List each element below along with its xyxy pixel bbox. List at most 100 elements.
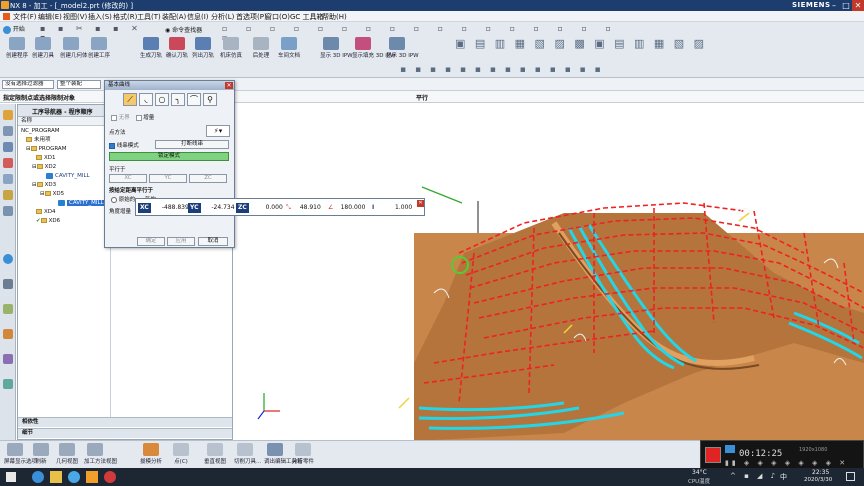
start-menu-icon[interactable]: [6, 472, 16, 482]
taskbar-app-explorer-icon[interactable]: [50, 471, 62, 483]
taskbar-app-recorder-icon[interactable]: [104, 471, 116, 483]
draft-analysis-button[interactable]: 拔模分析: [140, 443, 162, 465]
history-icon[interactable]: [3, 279, 13, 289]
edit-toolbox-button[interactable]: 调出编辑工具箱: [264, 443, 303, 465]
menu-view[interactable]: 视图(V): [63, 12, 87, 22]
create-operation-button[interactable]: 创建工序: [88, 37, 110, 59]
yc-value[interactable]: -24.734: [203, 203, 234, 213]
show-filled-ipw-button[interactable]: 显示填充 3D IPW: [352, 37, 396, 59]
tree-row-xd5[interactable]: ⊟ XD5: [18, 190, 64, 199]
menu-gc-toolbox[interactable]: GC 工具箱: [290, 12, 324, 22]
offset-field[interactable]: Ⅰ 1.000: [372, 203, 412, 213]
tree-row-unused[interactable]: 未用项: [18, 136, 51, 145]
part-navigator-icon[interactable]: [3, 142, 13, 152]
menu-edit[interactable]: 编辑(E): [38, 12, 62, 22]
create-tool-button[interactable]: 创建刀具: [32, 37, 54, 59]
generate-toolpath-button[interactable]: 生成刀轨: [140, 37, 162, 59]
dialog-close-button[interactable]: ✕: [225, 82, 233, 89]
incremental-check-icon[interactable]: [135, 114, 142, 121]
clock-date[interactable]: 2020/3/30: [804, 477, 832, 483]
zc-field[interactable]: ZC 0.000: [236, 203, 283, 213]
process-studio-icon[interactable]: [3, 329, 13, 339]
record-stop-button[interactable]: [705, 447, 721, 463]
method-view-button[interactable]: 加工方法视图: [84, 443, 117, 465]
length-field[interactable]: ⤡ 48.910: [286, 203, 321, 213]
menu-info[interactable]: 信息(I): [187, 12, 209, 22]
postprocess-button[interactable]: 后处理: [250, 37, 272, 59]
yc-field[interactable]: YC -24.734: [188, 203, 235, 213]
assembly-navigator-icon[interactable]: [3, 110, 13, 120]
line-tool-button[interactable]: ⟋: [123, 93, 137, 106]
offset-value[interactable]: 1.000: [374, 203, 412, 213]
point-method-select[interactable]: ⚡▾: [206, 125, 230, 137]
navigator-column-header[interactable]: 名称: [18, 117, 110, 126]
dependencies-panel[interactable]: 相依性: [18, 417, 232, 427]
unbounded-checkbox[interactable]: 无界 增量: [111, 113, 154, 121]
apply-button[interactable]: 应用: [167, 237, 195, 246]
machine-navigator-icon[interactable]: [3, 174, 13, 184]
system-scenes-icon[interactable]: [3, 379, 13, 389]
create-geometry-button[interactable]: 创建几何体: [60, 37, 88, 59]
tray-icons[interactable]: ^ ▪ ◢ ♪: [730, 472, 778, 480]
webcam-icon[interactable]: [725, 445, 735, 453]
angle-field[interactable]: ∠ 180.000: [328, 203, 365, 213]
cutting-tool-button[interactable]: 切削刀具...: [234, 443, 261, 465]
refresh-button[interactable]: 刷新: [30, 443, 52, 465]
string-mode-checkbox[interactable]: 线串模式: [109, 141, 139, 149]
point-button[interactable]: 点(C): [170, 443, 192, 465]
shop-docs-button[interactable]: 车间文档: [278, 37, 300, 59]
system-materials-icon[interactable]: [3, 304, 13, 314]
cancel-button[interactable]: 取消: [198, 237, 228, 246]
tree-row-xd6[interactable]: ✔ XD6: [18, 217, 60, 226]
tree-row-xd1[interactable]: XD1: [18, 154, 56, 163]
zc-value[interactable]: 0.000: [251, 203, 283, 213]
scope-select[interactable]: 整个装配: [57, 80, 101, 89]
maximize-button[interactable]: □: [840, 0, 852, 11]
tree-row-xd2[interactable]: ⊟ XD2: [18, 163, 56, 172]
break-string-button[interactable]: 打断线串: [155, 140, 229, 149]
taskbar-app-nx-icon[interactable]: [86, 471, 98, 483]
verify-toolpath-button[interactable]: 确认刀轨: [166, 37, 188, 59]
tree-row-xd3[interactable]: ⊟ XD3: [18, 181, 56, 190]
menu-analysis[interactable]: 分析(L): [211, 12, 234, 22]
menu-window[interactable]: 窗口(O): [265, 12, 290, 22]
taskbar-app-browser-icon[interactable]: [32, 471, 44, 483]
geometry-view-button[interactable]: 几何视图: [56, 443, 78, 465]
reuse-library-icon[interactable]: [3, 190, 13, 200]
tracking-bar-close[interactable]: ✕: [417, 200, 424, 207]
constraint-navigator-icon[interactable]: [3, 126, 13, 136]
graphics-viewport[interactable]: [234, 103, 864, 440]
details-panel[interactable]: 细节: [18, 428, 232, 438]
menu-tools[interactable]: 工具(T): [137, 12, 161, 22]
input-language[interactable]: 中: [780, 472, 787, 482]
lock-mode-button[interactable]: 锁定模式: [109, 152, 229, 161]
tree-row-cavity-mill-1[interactable]: CAVITY_MILL: [18, 172, 90, 181]
analyze-part-button[interactable]: 分析零件: [292, 443, 314, 465]
create-program-button[interactable]: 创建程序: [6, 37, 28, 59]
original-radio[interactable]: 原始的: [111, 195, 135, 203]
roles-icon[interactable]: [3, 354, 13, 364]
model-view[interactable]: [234, 103, 864, 440]
arc-tool-button[interactable]: ◟: [139, 93, 153, 106]
length-value[interactable]: 48.910: [291, 203, 321, 213]
parallel-xc-button[interactable]: XC: [109, 174, 147, 183]
xc-value[interactable]: -488.839: [153, 203, 189, 213]
command-finder[interactable]: ◉ 命令查找器: [165, 25, 202, 34]
angle-value[interactable]: 180.000: [333, 203, 366, 213]
tree-row-nc-program[interactable]: NC_PROGRAM: [18, 127, 60, 136]
menu-assembly[interactable]: 装配(A): [162, 12, 186, 22]
recorder-controls[interactable]: ▮▮ ◈ ◈ ◈ ◈ ◈ ◈ ◈ ✕: [725, 459, 848, 467]
web-browser-icon[interactable]: [3, 254, 13, 264]
menu-file[interactable]: 文件(F): [13, 12, 37, 22]
tree-row-cavity-mill-2[interactable]: CAVITY_MILL: [18, 199, 106, 208]
tree-row-program[interactable]: ⊟ PROGRAM: [18, 145, 66, 154]
normal-view-button[interactable]: 垂直视图: [204, 443, 226, 465]
ok-button[interactable]: 确定: [137, 237, 165, 246]
fillet-tool-button[interactable]: ╮: [171, 93, 185, 106]
show-3d-ipw-2-button[interactable]: 显示 3D IPW: [386, 37, 419, 59]
menu-insert[interactable]: 插入(S): [88, 12, 112, 22]
clock-time[interactable]: 22:35: [812, 469, 829, 476]
taskbar-app-ie-icon[interactable]: [68, 471, 80, 483]
start-button[interactable]: 开始: [3, 24, 25, 34]
operation-navigator-icon[interactable]: [3, 158, 13, 168]
